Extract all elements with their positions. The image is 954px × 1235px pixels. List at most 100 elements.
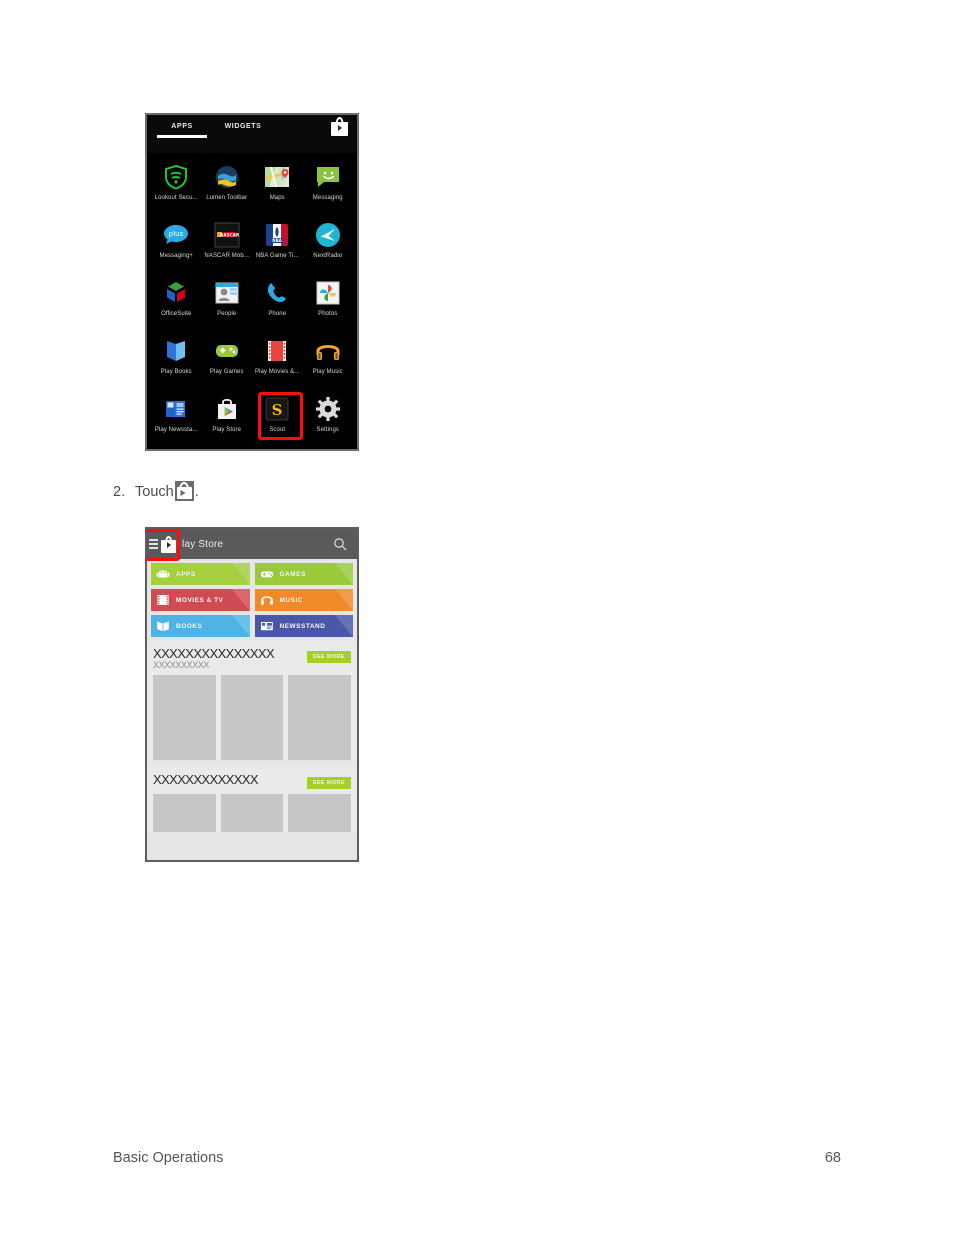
play-store-bag-icon[interactable] [331, 117, 348, 136]
phone-icon [264, 280, 290, 306]
section-header: XXXXXXXXXXXXX SEE MORE [153, 773, 351, 789]
app-card-placeholder[interactable] [220, 675, 284, 760]
app-item-nascar-mobile[interactable]: NASCAR NASCAR Mob... [202, 217, 253, 275]
lookout-security-icon [163, 164, 189, 190]
android-robot-icon [156, 567, 170, 581]
app-item-messaging[interactable]: Messaging [303, 159, 354, 217]
app-label: Messaging [312, 195, 343, 201]
hamburger-menu-icon[interactable] [149, 539, 158, 549]
see-more-button[interactable]: SEE MORE [306, 651, 351, 663]
category-tile-music[interactable]: MUSIC [254, 589, 353, 611]
svg-text:S: S [272, 401, 283, 419]
play-movies-icon [264, 338, 290, 364]
app-row: Play Newssta... Play Store S Scout Setti… [151, 391, 353, 449]
app-row: OfficeSuite People Phone Photos [151, 275, 353, 333]
scout-icon: S [264, 396, 290, 422]
app-row: plus Messaging+ NASCAR NASCAR Mob... NBA… [151, 217, 353, 275]
people-icon [214, 280, 240, 306]
app-item-messaging-plus[interactable]: plus Messaging+ [151, 217, 202, 275]
app-item-officesuite[interactable]: OfficeSuite [151, 275, 202, 333]
category-grid: APPS GAMES MOVIES & TV MUSIC BOOKS NEWSS… [147, 559, 357, 637]
category-row: MOVIES & TV MUSIC [151, 589, 353, 611]
play-store-title: lay Store [182, 538, 224, 550]
nascar-mobile-icon: NASCAR [214, 222, 240, 248]
app-label: People [217, 311, 237, 317]
app-item-maps[interactable]: Maps [252, 159, 303, 217]
app-item-play-games[interactable]: Play Games [202, 333, 253, 391]
search-icon[interactable] [333, 537, 347, 551]
category-tile-games[interactable]: GAMES [254, 563, 353, 585]
svg-text:NASCAR: NASCAR [220, 232, 240, 237]
app-label: Play Games [209, 369, 244, 375]
app-item-photos[interactable]: Photos [303, 275, 354, 333]
tab-apps[interactable]: APPS [157, 123, 207, 138]
tab-widgets[interactable]: WIDGETS [215, 123, 271, 130]
app-item-nba-game-time[interactable]: NBA NBA Game Ti... [252, 217, 303, 275]
play-store-bag-icon [174, 481, 194, 501]
app-label: Play Music [312, 369, 343, 375]
app-card-placeholder[interactable] [153, 675, 216, 760]
category-tile-newsstand[interactable]: NEWSSTAND [254, 615, 353, 637]
app-card-placeholder[interactable] [288, 794, 352, 832]
app-item-scout[interactable]: S Scout [252, 391, 303, 449]
category-label: MOVIES & TV [176, 596, 224, 604]
app-item-play-movies[interactable]: Play Movies &... [252, 333, 303, 391]
maps-icon [264, 164, 290, 190]
app-label: Photos [318, 311, 338, 317]
app-card-placeholder[interactable] [153, 794, 216, 832]
app-label: Play Store [212, 427, 242, 433]
apps-drawer-screenshot: APPS WIDGETS Lookout Secu... Lumen Toolb… [145, 113, 359, 451]
category-tile-books[interactable]: BOOKS [151, 615, 250, 637]
app-item-lumen-toolbar[interactable]: Lumen Toolbar [202, 159, 253, 217]
app-label: Lookout Secu... [154, 195, 198, 201]
officesuite-icon [163, 280, 189, 306]
app-item-people[interactable]: People [202, 275, 253, 333]
app-label: Play Newssta... [154, 427, 198, 433]
play-books-icon [163, 338, 189, 364]
play-store-bag-icon[interactable] [161, 535, 176, 553]
svg-text:plus: plus [169, 230, 184, 238]
app-label: Messaging+ [159, 253, 194, 259]
app-item-nextradio[interactable]: NextRadio [303, 217, 354, 275]
app-label: NBA Game Ti... [255, 253, 299, 259]
app-label: Scout [269, 427, 286, 433]
see-more-button[interactable]: SEE MORE [306, 777, 351, 789]
category-tile-movies-tv[interactable]: MOVIES & TV [151, 589, 250, 611]
app-card-placeholder[interactable] [220, 794, 284, 832]
category-label: BOOKS [176, 622, 203, 630]
step-number: 2. [113, 484, 126, 500]
film-strip-icon [156, 593, 170, 607]
app-item-lookout-security[interactable]: Lookout Secu... [151, 159, 202, 217]
category-label: NEWSSTAND [279, 622, 326, 630]
app-item-play-books[interactable]: Play Books [151, 333, 202, 391]
recommendation-section: XXXXXXXXXXXXX SEE MORE [147, 767, 357, 832]
category-row: APPS GAMES [151, 563, 353, 585]
footer-section-title: Basic Operations [113, 1150, 224, 1166]
play-games-icon [214, 338, 240, 364]
app-item-play-newsstand[interactable]: Play Newssta... [151, 391, 202, 449]
messaging-plus-icon: plus [163, 222, 189, 248]
app-icon-grid: Lookout Secu... Lumen Toolbar Maps Messa… [147, 153, 357, 449]
app-row: Play Books Play Games Play Movies &... P… [151, 333, 353, 391]
section-header: XXXXXXXXXXXXXXX XXXXXXXXXX SEE MORE [153, 647, 351, 670]
category-label: MUSIC [279, 596, 303, 604]
headphones-icon [260, 593, 274, 607]
lumen-toolbar-icon [214, 164, 240, 190]
app-label: Settings [316, 427, 339, 433]
app-row: Lookout Secu... Lumen Toolbar Maps Messa… [151, 159, 353, 217]
section-divider [147, 760, 357, 767]
play-store-screenshot: lay Store APPS GAMES MOVIES & TV MUSIC B… [145, 527, 359, 862]
app-item-phone[interactable]: Phone [252, 275, 303, 333]
category-row: BOOKS NEWSSTAND [151, 615, 353, 637]
app-item-settings[interactable]: Settings [303, 391, 354, 449]
app-item-play-music[interactable]: Play Music [303, 333, 354, 391]
app-item-play-store[interactable]: Play Store [202, 391, 303, 449]
app-label: OfficeSuite [161, 311, 192, 317]
play-store-header: lay Store [147, 529, 357, 561]
app-card-placeholder[interactable] [288, 675, 352, 760]
category-tile-apps[interactable]: APPS [151, 563, 250, 585]
play-store-icon [214, 396, 240, 422]
app-label: Play Books [160, 369, 192, 375]
card-row [153, 794, 352, 832]
card-row [153, 675, 352, 760]
